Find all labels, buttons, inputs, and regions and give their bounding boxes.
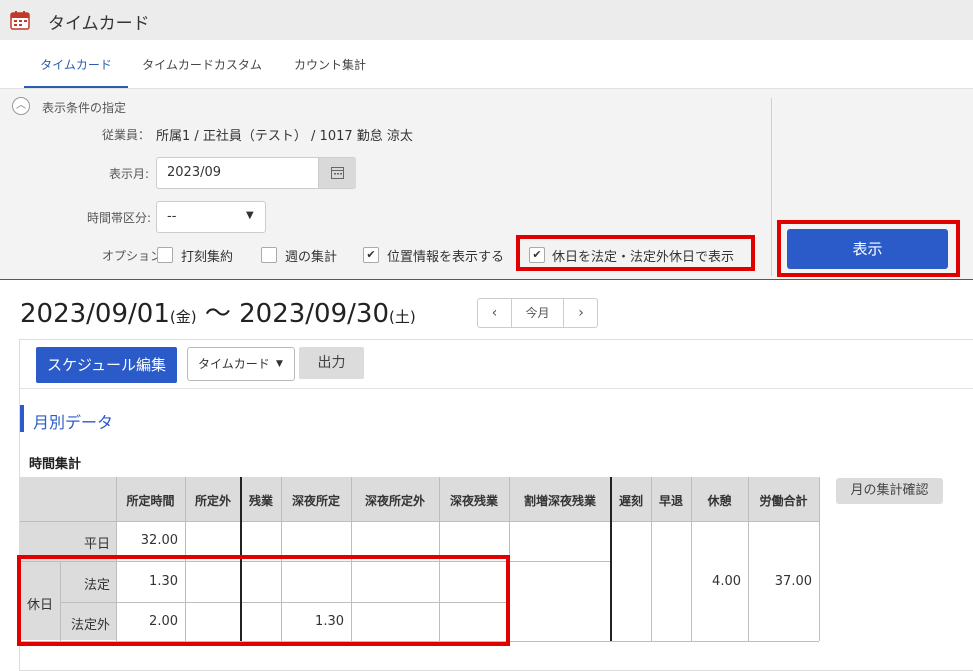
option-checkbox-weekly[interactable] [261,247,277,263]
grid-line [691,477,692,641]
month-value: 2023/09 [167,165,222,180]
timeslot-select[interactable]: -- ▼ [156,201,266,233]
calendar-small-icon [331,167,344,179]
grid-line [651,477,652,641]
toolbar-divider [20,388,973,389]
col-night-scheduled: 深夜所定 [281,492,351,509]
col-late: 遅刻 [611,492,651,509]
table-title: 時間集計 [29,457,82,472]
range-start: 2023/09/01 [20,299,170,329]
timeslot-label: 時間帯区分: [87,211,152,225]
option-label-weekly: 週の集計 [285,250,338,265]
view-select[interactable]: タイムカード ▼ [187,347,295,381]
divider [771,98,772,276]
grid-line [748,477,749,641]
next-month-button[interactable]: › [563,299,598,327]
range-separator: 〜 [204,299,231,329]
highlight-option [516,235,755,271]
col-premium-night-overtime: 割増深夜残業 [509,492,611,509]
row-label-weekday: 平日 [83,537,110,552]
col-non-scheduled: 所定外 [185,492,241,509]
this-month-button[interactable]: 今月 [512,299,563,327]
month-nav: ‹ 今月 › [477,298,598,328]
option-checkbox-stamp[interactable] [157,247,173,263]
grid-line [20,521,819,522]
calendar-button[interactable] [318,158,356,188]
col-early-leave: 早退 [651,492,691,509]
highlight-holiday-rows [17,555,510,646]
app-title: タイムカード [48,14,150,34]
col-work-total: 労働合計 [748,492,819,509]
timeslot-value: -- [167,209,177,224]
employee-value: 所属1 / 正社員（テスト） / 1017 勤怠 涼太 [156,129,413,144]
col-night-overtime: 深夜残業 [439,492,509,509]
col-break: 休憩 [691,492,748,509]
date-range: 2023/09/01(金) 〜 2023/09/30(土) [20,293,416,330]
option-label-location: 位置情報を表示する [387,250,505,265]
weekday-scheduled: 32.00 [140,533,178,548]
grid-line [610,477,612,641]
schedule-edit-button[interactable]: スケジュール編集 [36,347,177,383]
range-end-day: (土) [388,308,416,326]
option-label-stamp: 打刻集約 [181,250,234,265]
collapse-icon[interactable]: ︿ [12,97,30,115]
view-select-value: タイムカード [198,357,270,371]
option-checkbox-location[interactable]: ✔ [363,247,379,263]
chevron-down-icon: ▼ [246,210,254,221]
chevron-down-icon: ▼ [276,359,283,369]
tab-timecard[interactable]: タイムカード [24,56,128,88]
output-button[interactable]: 出力 [299,347,364,379]
employee-label: 従業員： [102,128,151,142]
tab-count-summary[interactable]: カウント集計 [286,56,374,86]
grid-line [819,477,820,641]
work-total: 37.00 [774,574,812,589]
prev-month-button[interactable]: ‹ [478,299,512,327]
month-input[interactable]: 2023/09 [156,157,356,189]
calendar-icon [10,11,30,30]
col-overtime: 残業 [241,492,281,509]
range-end: 2023/09/30 [239,299,389,329]
col-scheduled: 所定時間 [116,492,185,509]
section-accent [20,405,24,432]
col-night-non-scheduled: 深夜所定外 [351,492,439,509]
break-total: 4.00 [712,574,741,589]
highlight-show-button [777,220,960,277]
tab-timecard-custom[interactable]: タイムカードカスタム [142,56,262,86]
range-start-day: (金) [169,308,197,326]
month-label: 表示月: [109,167,150,181]
conditions-title: 表示条件の指定 [42,101,127,115]
section-title: 月別データ [33,413,114,432]
monthly-confirm-button[interactable]: 月の集計確認 [836,478,943,504]
